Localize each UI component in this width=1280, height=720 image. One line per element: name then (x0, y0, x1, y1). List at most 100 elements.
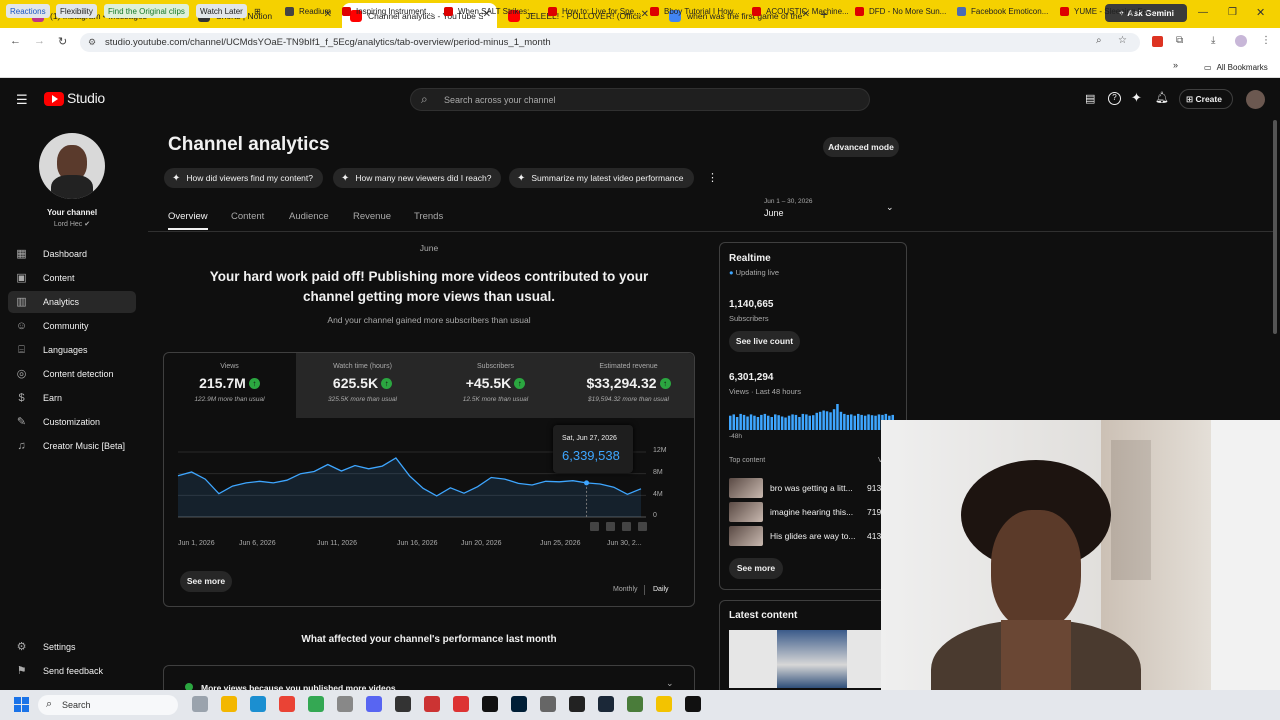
tab-trends[interactable]: Trends (414, 211, 443, 222)
sidebar-item-languages[interactable]: ⌸ Languages (8, 339, 136, 361)
extension-icon[interactable] (1152, 36, 1163, 47)
metric-tab[interactable]: Estimated revenue $33,294.32 ↑ $19,594.32… (562, 352, 695, 418)
apps-grid-icon[interactable]: ⊞ (254, 4, 261, 18)
realtime-bar[interactable] (784, 417, 787, 431)
realtime-bar[interactable] (777, 415, 780, 430)
taskbar-browser-icon[interactable] (424, 696, 440, 712)
realtime-bar[interactable] (767, 415, 770, 430)
metric-tab[interactable]: Subscribers +45.5K ↑ 12.5K more than usua… (429, 352, 562, 418)
realtime-bar[interactable] (808, 415, 812, 430)
all-bookmarks[interactable]: ▭ All Bookmarks (1204, 60, 1268, 74)
chrome-menu-icon[interactable]: ⋮ (1261, 35, 1271, 46)
bookmark-item[interactable]: Readium (285, 4, 331, 18)
daily-toggle[interactable]: Daily (653, 586, 669, 593)
sidebar-item-analytics[interactable]: ▥ Analytics (8, 291, 136, 313)
chart-point[interactable] (584, 480, 590, 486)
realtime-bar[interactable] (812, 415, 815, 430)
taskbar-edge-icon[interactable] (250, 696, 266, 712)
sidebar-item-content[interactable]: ▣ Content (8, 267, 136, 289)
realtime-bar[interactable] (850, 414, 853, 430)
taskbar-notes-icon[interactable] (569, 696, 585, 712)
realtime-bar[interactable] (729, 415, 732, 430)
metric-tab[interactable]: Watch time (hours) 625.5K ↑ 325.5K more t… (296, 352, 429, 418)
windows-start-icon[interactable] (14, 697, 29, 712)
realtime-bar[interactable] (815, 412, 819, 430)
bookmark-item[interactable]: When SALT Strikes:... (444, 4, 536, 18)
realtime-bar[interactable] (774, 414, 777, 430)
realtime-bar[interactable] (798, 417, 801, 430)
realtime-bar[interactable] (825, 411, 829, 430)
extensions-puzzle-icon[interactable]: ⧉ (1176, 35, 1183, 46)
bookmark-item[interactable]: Watch Later (196, 4, 247, 18)
taskbar-settings-icon[interactable] (337, 696, 353, 712)
taskbar-clock-icon[interactable] (395, 696, 411, 712)
realtime-bar[interactable] (780, 416, 784, 431)
menu-icon[interactable]: ☰ (16, 92, 28, 108)
monthly-toggle[interactable]: Monthly (613, 586, 638, 593)
taskbar-app-icon[interactable] (627, 696, 643, 712)
search-input[interactable]: Search across your channel (444, 95, 556, 105)
realtime-bar[interactable] (763, 413, 767, 430)
zoom-icon[interactable]: ⌕ (1096, 35, 1102, 46)
taskbar-app-icon[interactable] (453, 696, 469, 712)
realtime-bar[interactable] (760, 414, 763, 430)
sidebar-item-creator-music[interactable]: ♫ Creator Music [Beta] (8, 435, 136, 457)
realtime-bar[interactable] (742, 414, 746, 430)
realtime-bar[interactable] (791, 414, 794, 430)
close-window-icon[interactable]: ✕ (1256, 6, 1265, 19)
realtime-bar[interactable] (860, 414, 863, 430)
address-bar[interactable]: studio.youtube.com/channel/UCMdsYOaE-TN9… (80, 33, 1140, 52)
maximize-icon[interactable]: ❐ (1228, 7, 1237, 18)
create-button[interactable]: ⊞ Create (1179, 89, 1233, 109)
sidebar-item-gear[interactable]: ⚙ Settings (8, 636, 136, 658)
realtime-bar[interactable] (753, 415, 756, 430)
realtime-bar[interactable] (839, 411, 843, 430)
realtime-bar[interactable] (870, 415, 874, 430)
realtime-bar[interactable] (843, 413, 846, 430)
realtime-bar[interactable] (787, 415, 791, 430)
minimize-icon[interactable]: — (1198, 7, 1208, 18)
period-selector[interactable]: Jun 1 – 30, 2026 June ⌄ (764, 198, 904, 224)
realtime-bar[interactable] (863, 415, 867, 430)
back-icon[interactable]: ← (10, 35, 21, 47)
bookmark-item[interactable]: DFD - No More Sun... (855, 4, 946, 18)
taskbar-steam-icon[interactable] (598, 696, 614, 712)
realtime-bar[interactable] (832, 409, 836, 430)
top-content-item[interactable]: His glides are way to... 413 (729, 526, 889, 546)
realtime-bar[interactable] (822, 410, 825, 431)
bookmark-item[interactable]: Bboy Tutorial I How... (650, 4, 740, 18)
taskbar-folder-icon[interactable] (221, 696, 237, 712)
video-publish-marker[interactable] (590, 522, 599, 531)
realtime-bar[interactable] (874, 415, 877, 430)
realtime-bar[interactable] (805, 414, 808, 430)
realtime-bar[interactable] (732, 414, 736, 430)
taskbar-chrome-icon[interactable] (279, 696, 295, 712)
sidebar-item-content-detection[interactable]: ◎ Content detection (8, 363, 136, 385)
notifications-icon[interactable]: 🔔︎ (1155, 91, 1169, 104)
tab-content[interactable]: Content (231, 211, 264, 222)
taskbar-capcut-icon[interactable] (482, 696, 498, 712)
tab-audience[interactable]: Audience (289, 211, 329, 222)
reload-icon[interactable]: ↻ (58, 35, 67, 48)
taskbar-app-icon[interactable] (540, 696, 556, 712)
realtime-bar[interactable] (829, 412, 832, 430)
realtime-bar[interactable] (756, 417, 760, 430)
advanced-mode-button[interactable]: Advanced mode (823, 137, 899, 157)
suggestion-chip[interactable]: ✦ How did viewers find my content? (164, 168, 324, 188)
bookmark-item[interactable]: Flexibility (56, 4, 97, 18)
taskbar-search[interactable]: ⌕ Search (38, 695, 178, 715)
site-info-icon[interactable]: ⚙ (88, 37, 96, 48)
suggestion-chip[interactable]: ✦ How many new viewers did I reach? (333, 168, 502, 188)
sidebar-item-customization[interactable]: ✎ Customization (8, 411, 136, 433)
forward-icon[interactable]: → (34, 35, 45, 47)
taskbar-photoshop-icon[interactable] (511, 696, 527, 712)
realtime-bar[interactable] (794, 414, 798, 430)
taskbar-discord-icon[interactable] (366, 696, 382, 712)
taskbar-notes-icon[interactable] (656, 696, 672, 712)
tab-revenue[interactable]: Revenue (353, 211, 391, 222)
account-avatar[interactable] (1246, 90, 1265, 109)
metric-tab[interactable]: Views 215.7M ↑ 122.9M more than usual (163, 352, 296, 418)
bookmark-item[interactable]: Facebook Emoticon... (957, 4, 1048, 18)
bookmark-item[interactable]: How to: Live for Spe... (548, 4, 641, 18)
bookmark-item[interactable]: Find the Original clips (104, 4, 189, 18)
